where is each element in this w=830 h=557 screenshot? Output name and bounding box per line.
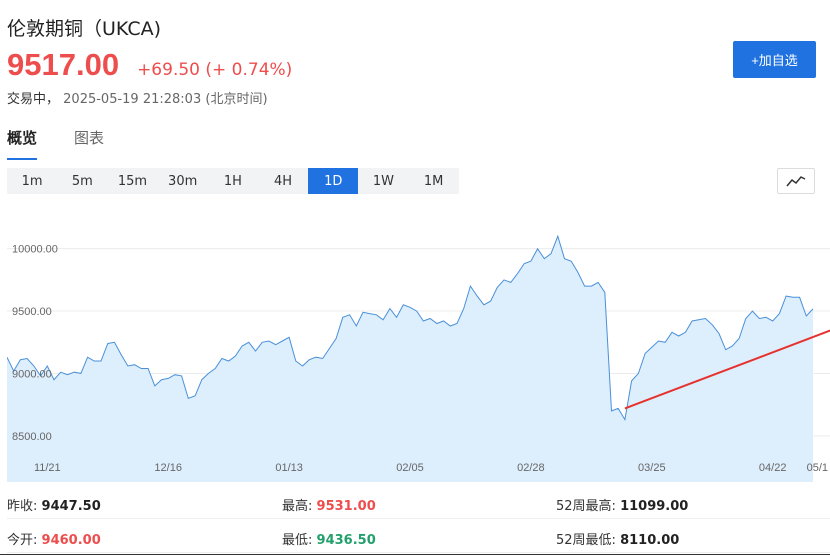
y-tick-label: 9000.00 (12, 368, 52, 380)
price-area-fill (7, 236, 813, 482)
x-tick-label: 02/05 (396, 462, 424, 474)
add-watchlist-button[interactable]: +加自选 (733, 41, 816, 78)
instrument-title: 伦敦期铜（UKCA) (7, 18, 162, 40)
y-tick-label: 8500.00 (12, 431, 52, 443)
stats-row: 今开: 9460.00 最低: 9436.50 52周最低: 8110.00 (7, 519, 830, 553)
tab-chart[interactable]: 图表 (74, 127, 104, 160)
stats-row: 昨收: 9447.50 最高: 9531.00 52周最高: 11099.00 (7, 485, 830, 519)
period-1w[interactable]: 1W (358, 168, 408, 194)
trading-status: 交易中， 2025-05-19 21:28:03 (北京时间) (7, 88, 268, 107)
status-label: 交易中， (7, 92, 60, 107)
period-15m[interactable]: 15m (107, 168, 157, 194)
x-tick-label: 05/1 (807, 462, 828, 474)
stat-open: 今开: 9460.00 (7, 533, 101, 548)
x-tick-label: 11/21 (34, 462, 61, 474)
period-30m[interactable]: 30m (158, 168, 208, 194)
x-tick-label: 02/28 (517, 462, 545, 474)
price-row: 9517.00 +69.50 (+ 0.74%) (7, 47, 292, 83)
stat-low: 最低: 9436.50 (282, 533, 376, 548)
x-tick-label: 01/13 (275, 462, 303, 474)
period-selector: 1m 5m 15m 30m 1H 4H 1D 1W 1M (7, 168, 459, 194)
bottom-divider (0, 554, 830, 555)
period-1mo[interactable]: 1M (409, 168, 459, 194)
x-tick-label: 04/22 (759, 462, 787, 474)
last-price: 9517.00 (7, 47, 120, 82)
y-tick-label: 9500.00 (12, 306, 52, 318)
period-1m[interactable]: 1m (7, 168, 57, 194)
y-tick-label: 10000.00 (12, 244, 58, 256)
stat-52w-high: 52周最高: 11099.00 (556, 499, 689, 514)
stat-52w-low: 52周最低: 8110.00 (556, 533, 680, 548)
quote-timestamp: 2025-05-19 21:28:03 (63, 92, 202, 107)
stat-high: 最高: 9531.00 (282, 499, 376, 514)
chart-type-button[interactable] (777, 168, 815, 194)
period-1d[interactable]: 1D (308, 168, 359, 194)
tab-overview[interactable]: 概览 (7, 127, 38, 160)
price-change: +69.50 (+ 0.74%) (137, 60, 293, 80)
quote-page: 伦敦期铜（UKCA) 9517.00 +69.50 (+ 0.74%) 交易中，… (0, 0, 830, 557)
period-4h[interactable]: 4H (258, 168, 308, 194)
timezone-note: (北京时间) (205, 92, 268, 107)
x-tick-label: 03/25 (638, 462, 666, 474)
period-1h[interactable]: 1H (208, 168, 258, 194)
view-tabs: 概览 图表 (7, 127, 141, 160)
price-chart[interactable]: 10000.00 9500.00 9000.00 8500.00 11/21 12/16 0… (7, 205, 830, 482)
price-chart-svg: 10000.00 9500.00 9000.00 8500.00 11/21 12/16 0… (7, 234, 830, 482)
line-chart-icon (786, 176, 806, 187)
period-5m[interactable]: 5m (57, 168, 107, 194)
x-tick-label: 12/16 (154, 462, 182, 474)
stat-prev-close: 昨收: 9447.50 (7, 499, 101, 514)
